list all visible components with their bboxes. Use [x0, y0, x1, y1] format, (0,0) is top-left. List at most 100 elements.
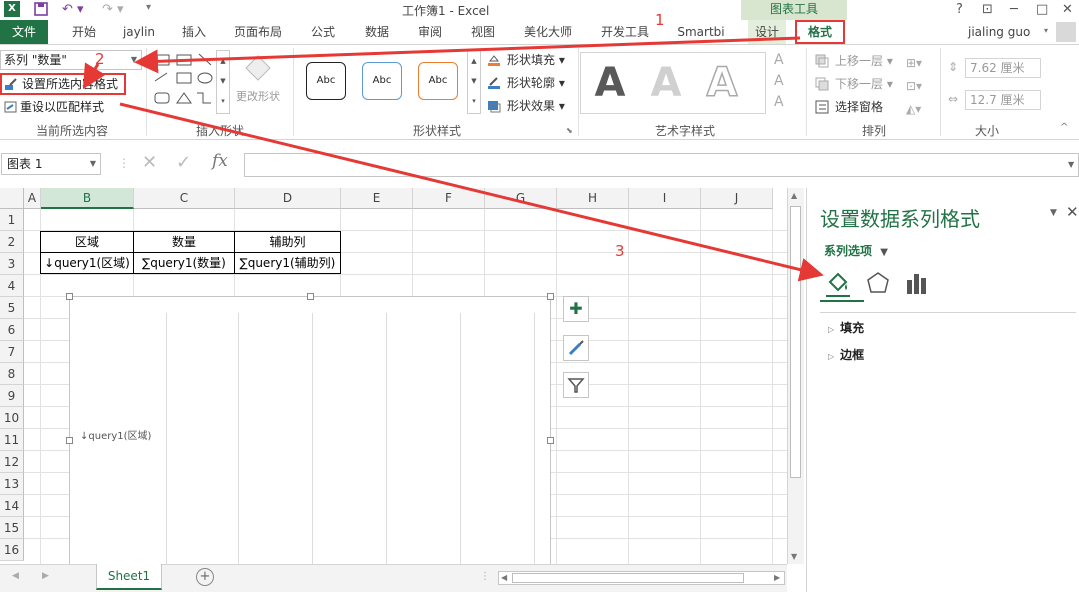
align-rotate-icons[interactable]: ⊞▾ ⊡▾ ◭▾: [906, 52, 922, 121]
row-header[interactable]: 10: [0, 407, 24, 429]
border-section[interactable]: ▷ 边框: [828, 346, 864, 363]
avatar[interactable]: [1056, 22, 1076, 42]
tab-smartbi[interactable]: Smartbi: [670, 20, 732, 44]
resize-handle[interactable]: [66, 293, 73, 300]
shape-effects-button[interactable]: 形状效果 ▾: [487, 97, 565, 115]
tab-formulas[interactable]: 公式: [300, 20, 346, 44]
select-all-corner[interactable]: [0, 188, 24, 209]
edit-shape-icon[interactable]: [244, 54, 272, 87]
shape-fill-button[interactable]: 形状填充 ▾: [487, 51, 565, 69]
send-backward-button[interactable]: 下移一层 ▾: [815, 75, 893, 93]
save-icon[interactable]: [34, 2, 48, 20]
shape-style-preset-3[interactable]: Abc: [418, 62, 458, 100]
row-header[interactable]: 6: [0, 319, 24, 341]
shape-styles-scroll[interactable]: ▲ ▼ ▾: [467, 50, 481, 114]
fill-line-icon[interactable]: [824, 270, 850, 297]
chevron-down-icon[interactable]: ▼: [90, 154, 96, 174]
scroll-right-icon[interactable]: ▶: [774, 573, 780, 582]
row-header[interactable]: 2: [0, 231, 24, 253]
close-button[interactable]: ✕: [1062, 2, 1073, 17]
tab-beautify-master[interactable]: 美化大师: [516, 20, 580, 44]
shape-style-preset-1[interactable]: Abc: [306, 62, 346, 100]
table-cell[interactable]: ∑query1(辅助列): [234, 252, 341, 274]
scroll-left-icon[interactable]: ◀: [501, 573, 507, 582]
tab-developer[interactable]: 开发工具: [592, 20, 658, 44]
row-header[interactable]: 16: [0, 539, 24, 561]
shapes-gallery-scroll[interactable]: ▲ ▼ ▾: [216, 50, 230, 114]
undo-icon[interactable]: ↶ ▾: [62, 2, 84, 17]
ribbon-display-button[interactable]: ⊡: [982, 2, 993, 17]
resize-handle[interactable]: [66, 437, 73, 444]
wordart-style-2[interactable]: A: [640, 58, 692, 108]
table-cell[interactable]: 数量: [133, 231, 235, 253]
resize-handle[interactable]: [307, 293, 314, 300]
column-header[interactable]: A: [24, 188, 41, 209]
chart-area[interactable]: ↓query1(区域): [66, 293, 554, 567]
chevron-down-icon[interactable]: ▼: [126, 50, 142, 70]
table-cell[interactable]: ∑query1(数量): [133, 252, 235, 274]
tab-page-layout[interactable]: 页面布局: [228, 20, 288, 44]
tab-review[interactable]: 审阅: [408, 20, 452, 44]
column-header[interactable]: B: [41, 188, 134, 209]
sheet-prev-icon[interactable]: ◀: [12, 571, 19, 581]
sheet-next-icon[interactable]: ▶: [42, 571, 49, 581]
wordart-style-1[interactable]: A: [584, 58, 636, 108]
row-header[interactable]: 11: [0, 429, 24, 451]
shape-style-preset-2[interactable]: Abc: [362, 62, 402, 100]
tab-view[interactable]: 视图: [460, 20, 506, 44]
tab-format[interactable]: 格式: [795, 20, 845, 44]
vertical-scroll-thumb[interactable]: [790, 206, 801, 478]
expand-formula-bar-icon[interactable]: ▼: [1068, 160, 1074, 169]
collapse-ribbon-icon[interactable]: ^: [1060, 122, 1068, 133]
insert-function-icon[interactable]: fx: [212, 151, 228, 171]
column-header[interactable]: D: [235, 188, 341, 209]
row-header[interactable]: 8: [0, 363, 24, 385]
column-header[interactable]: I: [629, 188, 701, 209]
reset-to-match-style-button[interactable]: 重设以匹配样式: [4, 98, 104, 115]
cancel-entry-icon[interactable]: ✕: [142, 152, 157, 173]
wordart-style-3[interactable]: A: [696, 58, 748, 108]
tab-split-grip-icon[interactable]: ⋮: [480, 571, 490, 582]
selection-pane-button[interactable]: 选择窗格: [815, 98, 883, 116]
fill-section[interactable]: ▷ 填充: [828, 319, 864, 336]
row-header[interactable]: 12: [0, 451, 24, 473]
formula-input[interactable]: [244, 153, 1079, 177]
tab-home[interactable]: 开始: [62, 20, 106, 44]
format-selection-button[interactable]: 设置所选内容格式: [0, 73, 126, 95]
resize-handle[interactable]: [547, 293, 554, 300]
series-options-icon[interactable]: [904, 270, 930, 296]
minimize-button[interactable]: ─: [1010, 2, 1018, 17]
dialog-launcher-icon[interactable]: ⬊: [566, 126, 573, 135]
column-header[interactable]: F: [413, 188, 485, 209]
row-header[interactable]: 13: [0, 473, 24, 495]
tab-file[interactable]: 文件: [0, 20, 48, 44]
shape-outline-button[interactable]: 形状轮廓 ▾: [487, 74, 565, 92]
redo-icon[interactable]: ↷ ▾: [102, 2, 124, 17]
chart-filters-button[interactable]: [563, 372, 589, 398]
pane-options-icon[interactable]: ▼: [1050, 208, 1057, 218]
sheet-tab[interactable]: Sheet1: [96, 564, 162, 590]
close-pane-icon[interactable]: ✕: [1066, 203, 1079, 221]
confirm-entry-icon[interactable]: ✓: [176, 152, 191, 173]
row-header[interactable]: 5: [0, 297, 24, 319]
column-header[interactable]: J: [701, 188, 773, 209]
series-options-dropdown[interactable]: 系列选项 ▼: [824, 242, 888, 259]
user-dropdown-icon[interactable]: ▾: [1044, 26, 1048, 35]
name-box[interactable]: 图表 1 ▼: [1, 153, 101, 175]
scroll-down-icon[interactable]: ▼: [791, 552, 797, 561]
add-sheet-icon[interactable]: +: [196, 568, 214, 586]
scroll-up-icon[interactable]: ▲: [791, 191, 797, 200]
bring-forward-button[interactable]: 上移一层 ▾: [815, 52, 893, 70]
customize-qat-icon[interactable]: ▾: [146, 2, 151, 13]
column-header[interactable]: G: [485, 188, 557, 209]
help-button[interactable]: ?: [956, 2, 963, 17]
tab-insert[interactable]: 插入: [172, 20, 216, 44]
text-fill-icon[interactable]: AAA: [774, 50, 784, 113]
user-name[interactable]: jialing guo: [968, 20, 1042, 44]
row-header[interactable]: 7: [0, 341, 24, 363]
column-header[interactable]: E: [341, 188, 413, 209]
chart-element-dropdown[interactable]: 系列 "数量": [0, 50, 142, 70]
row-header[interactable]: 4: [0, 275, 24, 297]
maximize-button[interactable]: □: [1036, 2, 1048, 17]
table-cell[interactable]: ↓query1(区域): [40, 252, 134, 274]
